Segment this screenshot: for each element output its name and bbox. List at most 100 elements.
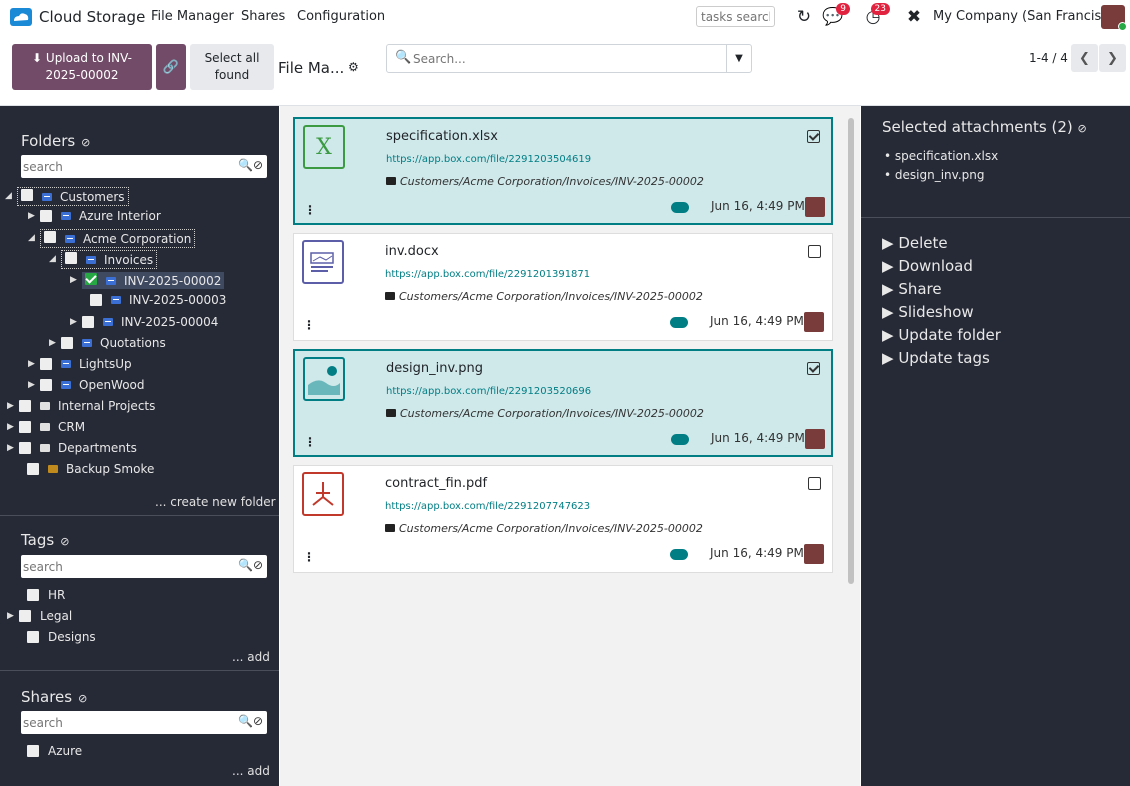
folder-icon (386, 177, 396, 185)
pager-value[interactable]: 1-4 / 4 (1029, 51, 1068, 65)
refresh-icon[interactable]: ↻ (793, 6, 815, 28)
folder-inv-2025-00003[interactable]: INV-2025-00003 (78, 290, 226, 310)
folder-icon (42, 192, 52, 201)
tag-designs[interactable]: Designs (15, 627, 96, 647)
tags-search-input[interactable] (23, 558, 223, 575)
messages-icon[interactable]: 💬 9 (822, 3, 850, 28)
action-download[interactable]: ▶ Download (882, 257, 973, 275)
action-slideshow[interactable]: ▶ Slideshow (882, 303, 974, 321)
search-clear-icons[interactable]: 🔍⊘ (238, 158, 263, 172)
sidebar-divider (0, 670, 279, 671)
shares-search-input[interactable] (23, 714, 223, 731)
menu-file-manager[interactable]: File Manager (151, 9, 234, 24)
attachment-card[interactable]: inv.docx https://app.box.com/file/229120… (293, 233, 833, 341)
folder-departments[interactable]: ▶ Departments (7, 438, 137, 458)
folder-icon (103, 318, 113, 326)
select-checkbox[interactable] (808, 477, 821, 490)
search-clear-icons[interactable]: 🔍⊘ (238, 714, 263, 728)
user-avatar[interactable] (1101, 5, 1127, 31)
checkbox (27, 745, 39, 757)
folder-azure-interior[interactable]: ▶ Azure Interior (28, 206, 161, 226)
upload-label-line2: 2025-00002 (45, 68, 119, 82)
selection-panel: Selected attachments (2) ⊘ • specificati… (861, 106, 1130, 786)
tags-title: Tags ⊘ (21, 531, 70, 549)
folders-search-input[interactable] (23, 158, 223, 175)
checkbox (21, 188, 33, 201)
gear-icon[interactable]: ⚙ (348, 60, 359, 74)
menu-shares[interactable]: Shares (241, 9, 285, 24)
select-checkbox[interactable] (807, 362, 820, 375)
action-share[interactable]: ▶ Share (882, 280, 942, 298)
attachment-url[interactable]: https://app.box.com/file/2291203520696 (386, 386, 591, 397)
app-title[interactable]: Cloud Storage (39, 8, 145, 26)
kebab-menu-icon[interactable]: ⋮ (303, 318, 315, 332)
tasks-search-input[interactable] (696, 6, 775, 27)
menu-configuration[interactable]: Configuration (297, 9, 385, 24)
pager-next-button[interactable]: ❯ (1099, 44, 1126, 72)
attachment-date: Jun 16, 4:49 PM (710, 314, 804, 328)
clear-circle-icon: ⊘ (81, 136, 91, 149)
folder-inv-2025-00002[interactable]: ▶ INV-2025-00002 (70, 270, 225, 290)
folder-backup-smoke[interactable]: Backup Smoke (15, 459, 154, 479)
tags-search: 🔍⊘ (21, 555, 267, 578)
caret-right-icon: ▶ (7, 443, 14, 453)
kebab-menu-icon[interactable]: ⋮ (303, 550, 315, 564)
folder-quotations[interactable]: ▶ Quotations (49, 333, 166, 353)
attachment-path: Customers/Acme Corporation/Invoices/INV-… (385, 290, 703, 303)
select-all-found-button[interactable]: Select all found (190, 44, 274, 90)
attachment-name: specification.xlsx (386, 129, 498, 144)
caret-right-icon: ▶ (28, 359, 35, 369)
activity-clock-icon[interactable]: ◷ 23 (862, 3, 890, 28)
debug-tools-icon[interactable]: ✖ (903, 6, 925, 28)
activity-badge: 23 (870, 3, 890, 15)
folder-invoices[interactable]: ◢ Invoices (49, 249, 158, 269)
action-delete[interactable]: ▶ Delete (882, 234, 948, 252)
folder-icon (86, 255, 96, 264)
checkbox (90, 294, 102, 306)
folder-customers[interactable]: ◢ Customers (5, 186, 129, 206)
kebab-menu-icon[interactable]: ⋮ (304, 203, 316, 217)
share-azure[interactable]: Azure (15, 741, 82, 761)
create-new-folder-link[interactable]: ... create new folder (155, 495, 276, 509)
folder-inv-2025-00004[interactable]: ▶ INV-2025-00004 (70, 312, 218, 332)
owner-avatar (804, 544, 824, 564)
folder-lightsup[interactable]: ▶ LightsUp (28, 354, 132, 374)
pager-previous-button[interactable]: ❮ (1071, 44, 1098, 72)
select-checkbox[interactable] (808, 245, 821, 258)
link-button[interactable]: 🔗 (156, 44, 186, 90)
attachment-url[interactable]: https://app.box.com/file/2291201391871 (385, 269, 590, 280)
folder-icon (385, 292, 395, 300)
caret-down-icon: ◢ (28, 233, 35, 243)
add-tag-link[interactable]: ... add (232, 650, 270, 664)
tag-legal[interactable]: ▶ Legal (7, 606, 72, 626)
search-input[interactable] (413, 49, 713, 69)
attachment-url[interactable]: https://app.box.com/file/2291203504619 (386, 154, 591, 165)
action-update-folder[interactable]: ▶ Update folder (882, 326, 1001, 344)
search-options-caret-icon[interactable]: ▼ (726, 45, 751, 72)
attachment-url[interactable]: https://app.box.com/file/2291207747623 (385, 501, 590, 512)
upload-button[interactable]: ⬇ Upload to INV- 2025-00002 (12, 44, 152, 90)
spreadsheet-icon: X (303, 125, 345, 169)
scrollbar[interactable] (848, 118, 854, 584)
owner-avatar (804, 312, 824, 332)
selection-title: Selected attachments (2) ⊘ (882, 118, 1087, 136)
attachment-card[interactable]: design_inv.png https://app.box.com/file/… (293, 349, 833, 457)
folders-title: Folders ⊘ (21, 132, 91, 150)
company-switcher[interactable]: My Company (San Francisco) (933, 9, 1121, 24)
add-share-link[interactable]: ... add (232, 764, 270, 778)
kebab-menu-icon[interactable]: ⋮ (304, 435, 316, 449)
attachment-card[interactable]: contract_fin.pdf https://app.box.com/fil… (293, 465, 833, 573)
left-sidebar: Folders⊘ 🔍⊘ ◢Customers ▶Azure Interior ◢… (0, 106, 279, 786)
select-all-line2: found (214, 68, 250, 82)
action-update-tags[interactable]: ▶ Update tags (882, 349, 990, 367)
folder-crm[interactable]: ▶ CRM (7, 417, 85, 437)
folder-icon (61, 381, 71, 389)
select-checkbox[interactable] (807, 130, 820, 143)
tag-hr[interactable]: HR (15, 585, 65, 605)
folder-openwood[interactable]: ▶ OpenWood (28, 375, 145, 395)
folder-acme-corporation[interactable]: ◢ Acme Corporation (28, 228, 196, 248)
pdf-icon (302, 472, 344, 516)
attachment-card[interactable]: X specification.xlsx https://app.box.com… (293, 117, 833, 225)
folder-internal-projects[interactable]: ▶ Internal Projects (7, 396, 155, 416)
search-clear-icons[interactable]: 🔍⊘ (238, 558, 263, 572)
